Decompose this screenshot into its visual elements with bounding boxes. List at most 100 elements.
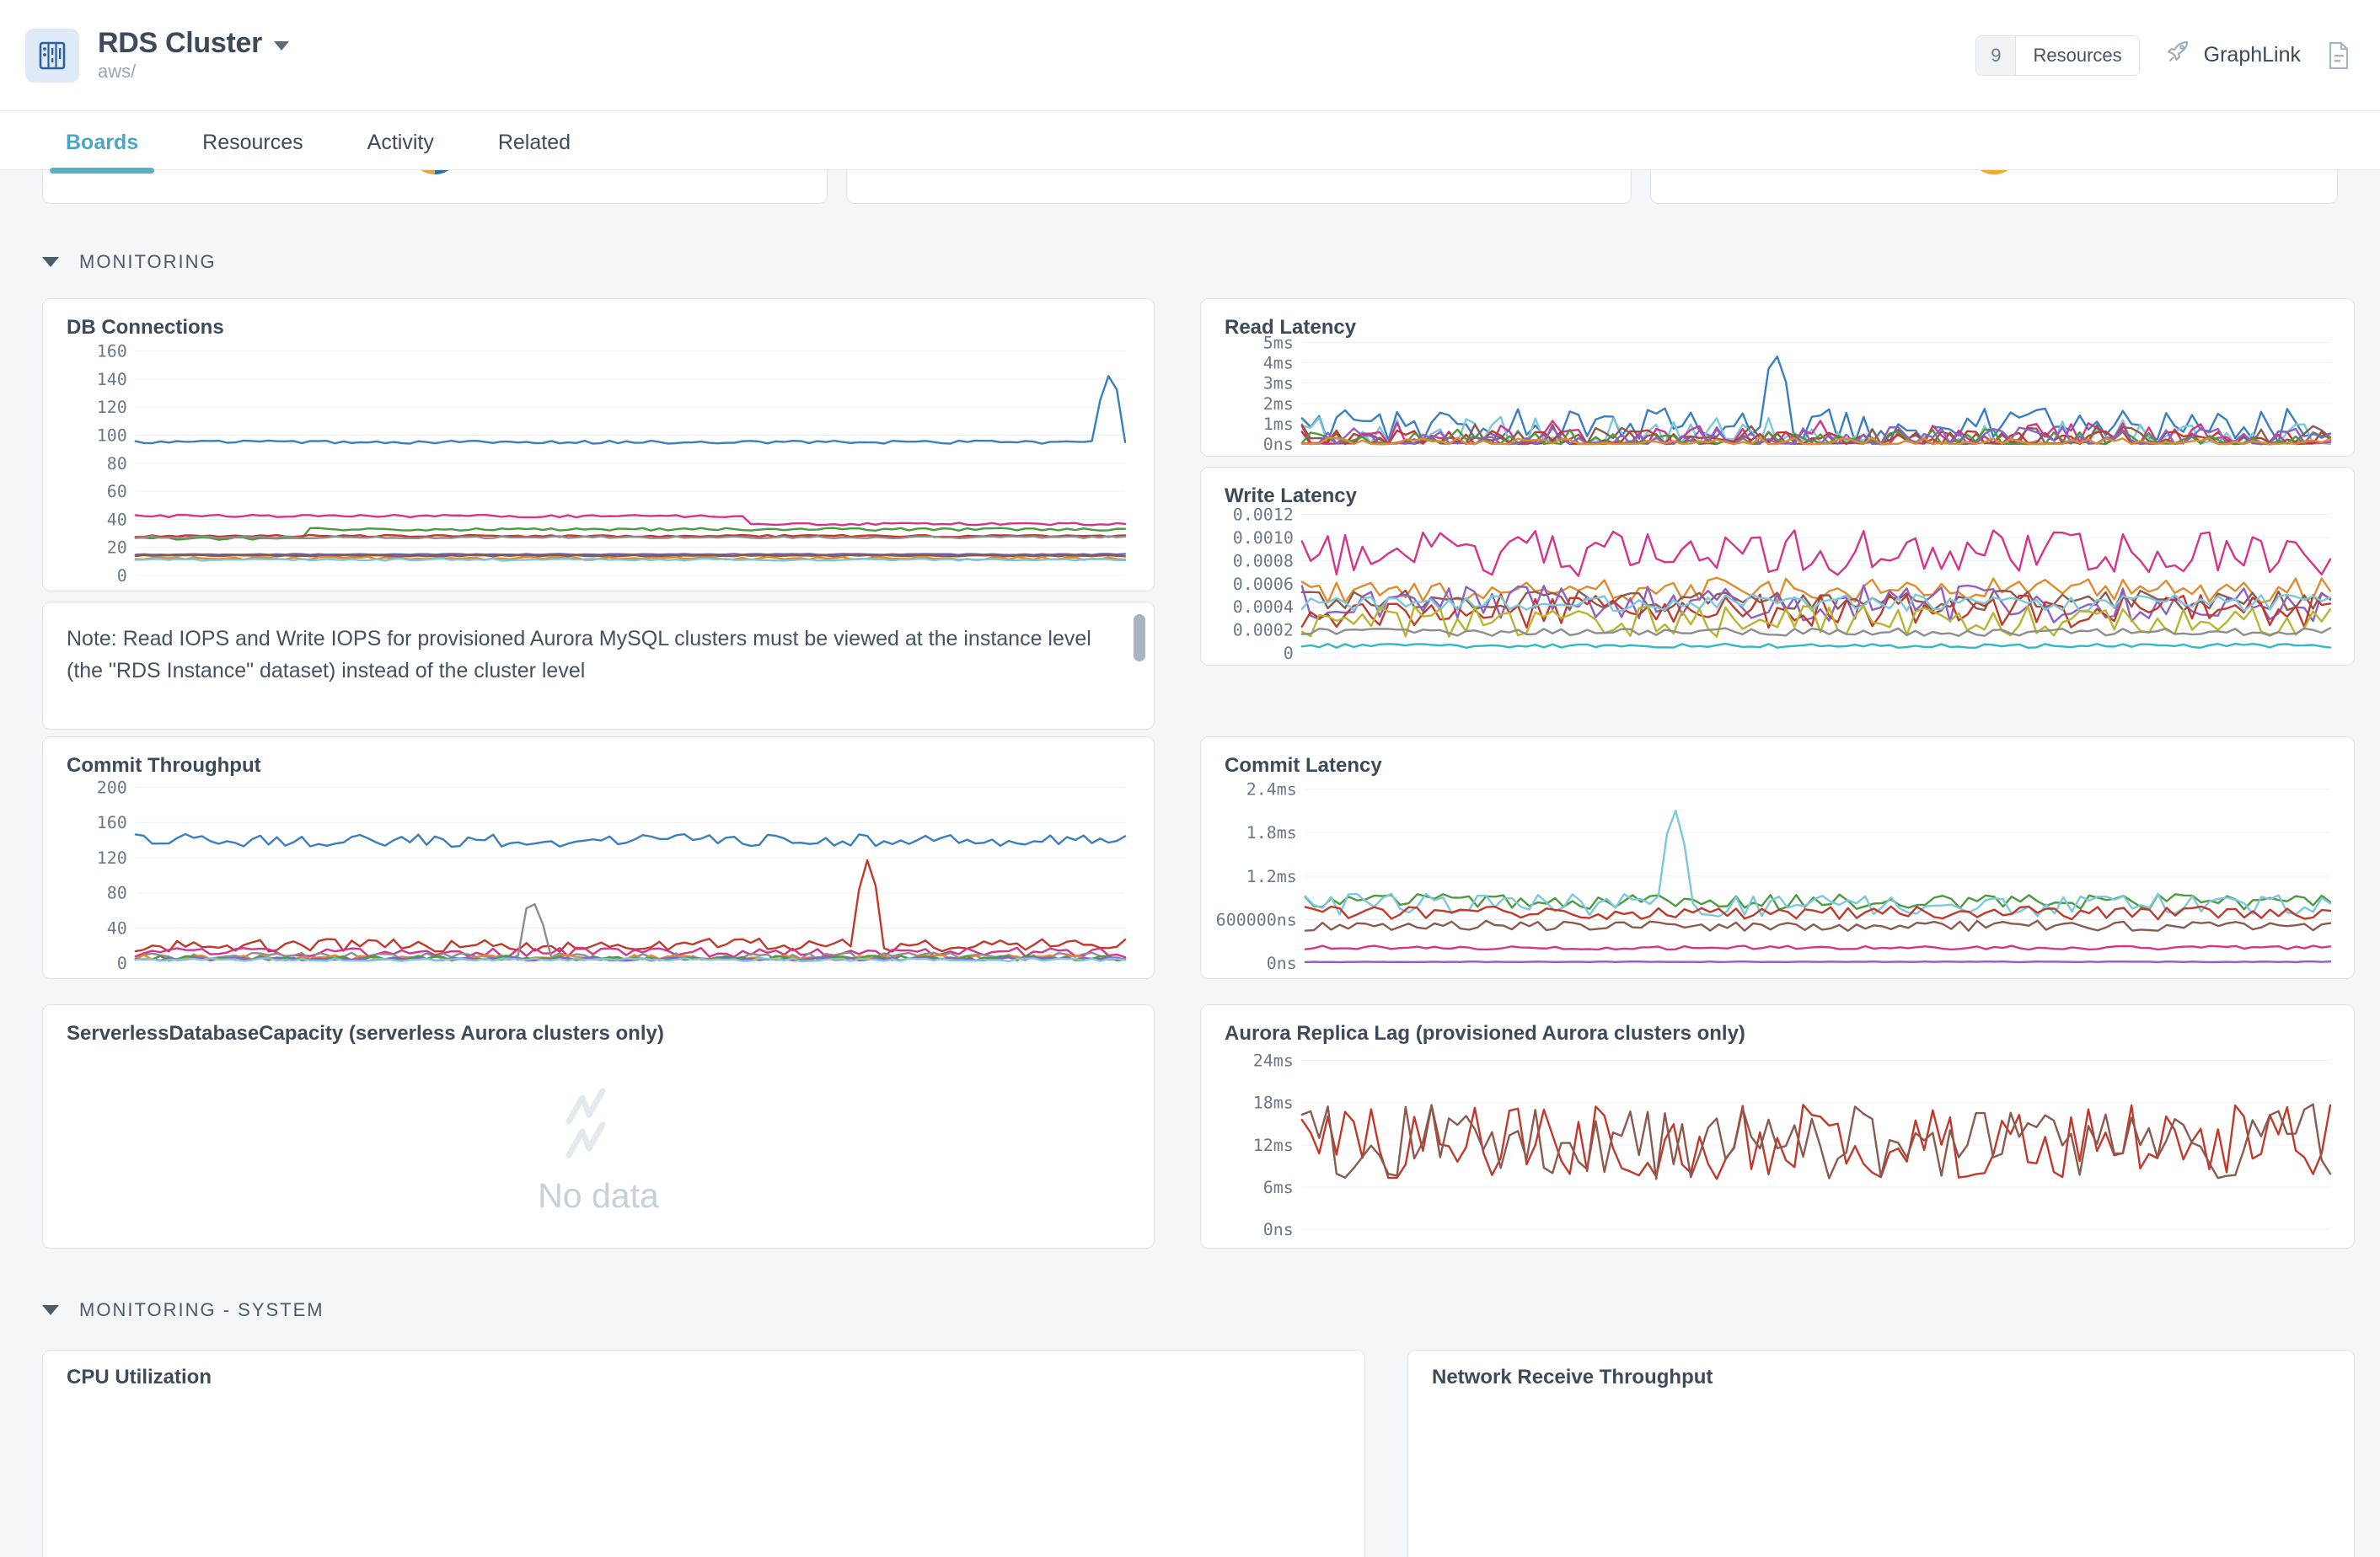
resources-label: Resources: [2033, 44, 2122, 66]
chevron-down-icon[interactable]: [274, 40, 290, 51]
chart-aurora-replica-lag: 0ns 6ms 12ms 18ms 24ms: [1201, 1005, 2354, 1248]
no-data-state: No data: [43, 1056, 1154, 1248]
document-icon[interactable]: [2326, 41, 2351, 70]
chart-read-latency: 0ns 1ms 2ms 3ms 4ms 5ms: [1201, 299, 2354, 456]
panel-title: CPU Utilization: [67, 1366, 212, 1388]
chart-svg: 0 0.0002 0.0004 0.0006 0.0008 0.0010 0.0012: [1233, 506, 2332, 663]
partial-card-3[interactable]: [1650, 170, 2338, 204]
section-label: MONITORING - SYSTEM: [79, 1299, 324, 1320]
scrollbar-thumb[interactable]: [1134, 614, 1145, 661]
panel-title: Network Receive Throughput: [1432, 1366, 1713, 1388]
svg-text:20: 20: [107, 538, 127, 558]
donut-chart-icon: [1980, 170, 2008, 174]
svg-text:24ms: 24ms: [1253, 1051, 1294, 1071]
svg-text:600000ns: 600000ns: [1216, 910, 1297, 929]
graphlink-button[interactable]: GraphLink: [2165, 39, 2301, 72]
svg-text:0ns: 0ns: [1267, 954, 1297, 973]
svg-text:60: 60: [107, 482, 127, 501]
svg-text:6ms: 6ms: [1263, 1178, 1294, 1197]
rds-cluster-icon: [25, 28, 79, 83]
svg-text:140: 140: [97, 370, 127, 389]
chart-write-latency: 0 0.0002 0.0004 0.0006 0.0008 0.0010 0.0012: [1201, 468, 2354, 665]
graphlink-label: GraphLink: [2203, 43, 2301, 67]
svg-text:0: 0: [117, 566, 127, 586]
panel-serverless-capacity[interactable]: ServerlessDatabaseCapacity (serverless A…: [42, 1004, 1155, 1249]
chevron-down-icon[interactable]: [42, 257, 59, 267]
svg-text:80: 80: [107, 884, 127, 903]
chevron-down-icon[interactable]: [42, 1305, 59, 1315]
svg-text:1ms: 1ms: [1263, 415, 1294, 434]
tab-activity[interactable]: Activity: [359, 131, 442, 169]
svg-text:200: 200: [97, 778, 127, 798]
chart-svg: 0ns 600000ns 1.2ms 1.8ms 2.4ms: [1216, 780, 2332, 973]
section-header-monitoring[interactable]: MONITORING: [42, 251, 217, 273]
svg-text:0.0008: 0.0008: [1233, 551, 1294, 570]
svg-text:0: 0: [117, 954, 127, 973]
app-header: RDS Cluster aws/ 9 Resources GraphLink: [0, 0, 2380, 111]
svg-text:0.0010: 0.0010: [1233, 528, 1294, 548]
chart-db-connections: 0 20 40 60 80 100 120 140 160: [43, 299, 1154, 591]
svg-text:0.0004: 0.0004: [1233, 597, 1294, 617]
chart-commit-latency: 0ns 600000ns 1.2ms 1.8ms 2.4ms: [1201, 737, 2354, 978]
section-header-monitoring-system[interactable]: MONITORING - SYSTEM: [42, 1299, 324, 1321]
note-text: Note: Read IOPS and Write IOPS for provi…: [67, 627, 1091, 682]
panel-title: ServerlessDatabaseCapacity (serverless A…: [67, 1022, 664, 1045]
svg-text:5ms: 5ms: [1263, 333, 1294, 352]
partial-cards-row: [42, 170, 2338, 204]
panel-db-connections[interactable]: DB Connections 0 20 40 60 80 100 120 140 160: [42, 298, 1155, 591]
panel-read-latency[interactable]: Read Latency 0ns 1ms 2ms 3ms 4ms 5ms: [1200, 298, 2355, 457]
section-label: MONITORING: [79, 251, 217, 272]
partial-card-1[interactable]: [42, 170, 828, 204]
svg-text:2.4ms: 2.4ms: [1246, 780, 1297, 800]
svg-text:40: 40: [107, 918, 127, 938]
svg-text:160: 160: [97, 813, 127, 832]
tab-resources[interactable]: Resources: [194, 131, 312, 169]
svg-text:0ns: 0ns: [1263, 1220, 1294, 1239]
donut-chart-icon: [421, 170, 449, 174]
brand: RDS Cluster aws/: [25, 26, 290, 83]
svg-text:120: 120: [97, 848, 127, 868]
svg-text:160: 160: [97, 342, 127, 361]
board-scroll-area[interactable]: MONITORING DB Connections 0 20 40 60 80 100 12…: [0, 170, 2380, 1557]
panel-cpu-utilization[interactable]: CPU Utilization: [42, 1350, 1365, 1557]
svg-text:12ms: 12ms: [1253, 1136, 1294, 1155]
svg-text:0.0006: 0.0006: [1233, 575, 1294, 594]
svg-text:18ms: 18ms: [1253, 1094, 1294, 1113]
chart-placeholder-icon: [564, 1088, 633, 1164]
rocket-icon: [2165, 39, 2192, 72]
chart-svg: 0ns 6ms 12ms 18ms 24ms: [1253, 1051, 2332, 1239]
tab-related[interactable]: Related: [490, 131, 579, 169]
svg-text:100: 100: [97, 426, 127, 446]
svg-text:120: 120: [97, 398, 127, 417]
header-actions: 9 Resources GraphLink: [1975, 35, 2351, 76]
svg-text:40: 40: [107, 510, 127, 529]
resources-count: 9: [1976, 35, 2017, 75]
svg-text:1.2ms: 1.2ms: [1246, 867, 1297, 886]
chart-svg: 0ns1ms2ms3ms4ms 5ms: [1263, 333, 2332, 454]
panel-note[interactable]: Note: Read IOPS and Write IOPS for provi…: [42, 602, 1155, 730]
panel-commit-latency[interactable]: Commit Latency 0ns 600000ns 1.2ms 1.8ms 2.4m…: [1200, 736, 2355, 979]
panel-aurora-replica-lag[interactable]: Aurora Replica Lag (provisioned Aurora c…: [1200, 1004, 2355, 1249]
resources-pill[interactable]: 9 Resources: [1975, 35, 2140, 76]
tab-boards[interactable]: Boards: [49, 131, 155, 174]
svg-text:2ms: 2ms: [1263, 394, 1294, 414]
chart-commit-throughput: 0 40 80 120 160 200: [43, 737, 1154, 978]
brand-text: RDS Cluster aws/: [98, 26, 290, 83]
page-title: RDS Cluster: [98, 26, 263, 59]
svg-text:4ms: 4ms: [1263, 354, 1294, 373]
no-data-label: No data: [538, 1176, 659, 1215]
chart-svg: 0 40 80 120 160 200: [97, 778, 1127, 973]
breadcrumb: aws/: [98, 61, 137, 82]
partial-card-2[interactable]: [846, 170, 1632, 204]
svg-text:1.8ms: 1.8ms: [1246, 823, 1297, 843]
panel-commit-throughput[interactable]: Commit Throughput 0 40 80 120 160 200: [42, 736, 1155, 979]
svg-text:3ms: 3ms: [1263, 374, 1294, 393]
svg-text:0ns: 0ns: [1263, 435, 1294, 454]
svg-text:0.0012: 0.0012: [1233, 506, 1294, 525]
tab-bar: Boards Resources Activity Related: [0, 111, 2380, 174]
chart-svg: 0 20 40 60 80 100 120 140 160: [97, 342, 1127, 586]
panel-network-receive-throughput[interactable]: Network Receive Throughput: [1407, 1350, 2355, 1557]
svg-text:80: 80: [107, 454, 127, 474]
svg-text:0.0002: 0.0002: [1233, 621, 1294, 640]
panel-write-latency[interactable]: Write Latency 0 0.0002 0.0004 0.0006 0.0008 0…: [1200, 467, 2355, 666]
